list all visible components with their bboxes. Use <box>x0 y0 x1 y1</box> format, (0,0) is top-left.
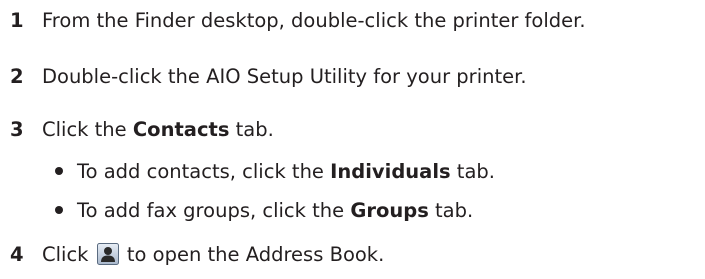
step-text-after: to open the Address Book. <box>120 243 385 266</box>
step-1: 1 From the Finder desktop, double-click t… <box>10 8 586 34</box>
groups-tab-label: Groups <box>350 199 429 222</box>
step-2: 2 Double-click the AIO Setup Utility for … <box>10 64 527 90</box>
step-number: 1 <box>10 9 24 32</box>
step-4: 4 Click to open the Address Book. <box>10 242 384 268</box>
bullet-groups: To add fax groups, click the Groups tab. <box>55 198 473 224</box>
bullet-text-before: To add fax groups, click the <box>77 199 351 222</box>
contacts-tab-label: Contacts <box>132 118 230 141</box>
step-text-before: Click <box>42 243 95 266</box>
individuals-tab-label: Individuals <box>330 160 451 183</box>
step-number: 2 <box>10 65 24 88</box>
bullet-text-after: tab. <box>428 199 474 222</box>
bullet-icon <box>55 206 63 214</box>
step-text-after: tab. <box>229 118 274 141</box>
instruction-steps: 1 From the Finder desktop, double-click t… <box>0 0 705 279</box>
bullet-individuals: To add contacts, click the Individuals t… <box>55 159 495 185</box>
bullet-icon <box>55 167 63 175</box>
step-text: Double-click the AIO Setup Utility for y… <box>42 65 527 88</box>
bullet-text-after: tab. <box>450 160 495 183</box>
step-number: 3 <box>10 118 24 141</box>
bullet-text-before: To add contacts, click the <box>77 160 331 183</box>
step-3: 3 Click the Contacts tab. <box>10 117 274 143</box>
contact-person-icon <box>96 243 119 265</box>
step-text: From the Finder desktop, double-click th… <box>42 9 586 32</box>
step-number: 4 <box>10 243 24 266</box>
step-text-before: Click the <box>42 118 133 141</box>
